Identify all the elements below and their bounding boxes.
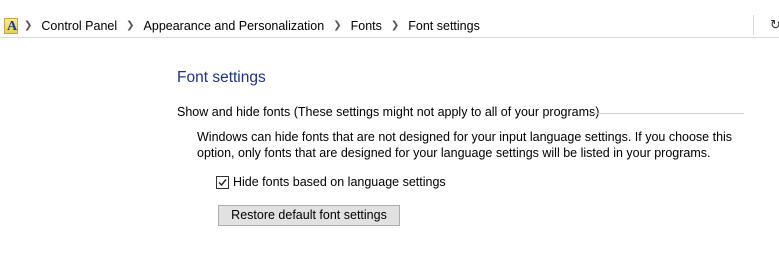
hide-fonts-label[interactable]: Hide fonts based on language settings [233, 174, 446, 190]
address-bar-divider [753, 15, 754, 35]
address-bar[interactable]: A ❯ Control Panel ❯ Appearance and Perso… [0, 12, 779, 38]
checkmark-icon [218, 178, 227, 186]
page-title: Font settings [177, 69, 266, 86]
breadcrumb-font-settings[interactable]: Font settings [408, 18, 480, 34]
chevron-right-icon[interactable]: ❯ [391, 18, 399, 34]
breadcrumb: ❯ Control Panel ❯ Appearance and Persona… [24, 18, 480, 34]
hide-fonts-checkbox[interactable] [216, 175, 229, 189]
refresh-icon[interactable]: ↻ [770, 17, 779, 33]
chevron-right-icon[interactable]: ❯ [333, 18, 341, 34]
description-text: Windows can hide fonts that are not desi… [197, 130, 733, 160]
fonts-folder-icon-glyph: A [7, 19, 18, 34]
chevron-right-icon[interactable]: ❯ [126, 18, 134, 34]
fonts-folder-icon: A [4, 18, 18, 34]
font-settings-window: A ❯ Control Panel ❯ Appearance and Perso… [0, 0, 779, 259]
group-divider [589, 113, 744, 114]
chevron-right-icon[interactable]: ❯ [24, 18, 32, 34]
group-heading: Show and hide fonts (These settings migh… [177, 105, 600, 119]
hide-fonts-option[interactable]: Hide fonts based on language settings [216, 174, 446, 190]
restore-default-font-settings-button[interactable]: Restore default font settings [218, 205, 400, 226]
breadcrumb-control-panel[interactable]: Control Panel [41, 18, 117, 34]
breadcrumb-fonts[interactable]: Fonts [351, 18, 382, 34]
breadcrumb-appearance-and-personalization[interactable]: Appearance and Personalization [144, 18, 325, 34]
